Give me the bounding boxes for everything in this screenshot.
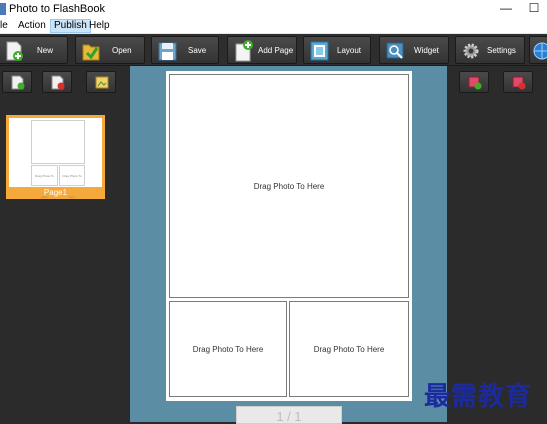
remove-photo-button[interactable]	[503, 71, 533, 93]
folder-open-icon	[82, 44, 100, 61]
settings-button[interactable]: Settings	[455, 36, 525, 64]
globe-button[interactable]	[529, 36, 547, 64]
add-page-button[interactable]: Add Page	[227, 36, 297, 64]
properties-panel	[447, 66, 547, 422]
maximize-button[interactable]: ☐	[521, 0, 547, 18]
menu-action[interactable]: Action	[15, 19, 49, 33]
globe-icon	[533, 42, 547, 60]
menu-file[interactable]: le	[0, 19, 11, 33]
book-page: Drag Photo To Here Drag Photo To Here Dr…	[166, 71, 412, 401]
photo-slot-bottom-left[interactable]: Drag Photo To Here	[169, 301, 287, 397]
add-photo-icon	[468, 76, 482, 90]
open-label: Open	[112, 46, 132, 55]
menu-publish[interactable]: Publish	[50, 19, 91, 33]
photo-slot-bottom-right[interactable]: Drag Photo To Here	[289, 301, 409, 397]
delete-page-button[interactable]	[42, 71, 72, 93]
widget-button[interactable]: Widget	[379, 36, 449, 64]
widget-icon	[386, 42, 404, 59]
page-image-button[interactable]	[86, 71, 116, 93]
add-page-icon	[235, 40, 253, 62]
slot-top-text: Drag Photo To Here	[253, 182, 325, 191]
photo-slot-top[interactable]: Drag Photo To Here	[169, 74, 409, 298]
delete-page-icon	[51, 75, 65, 90]
remove-photo-icon	[512, 76, 526, 90]
page-thumbnail[interactable]: Drag Photo To Here Drag Photo To Here Pa…	[6, 115, 105, 199]
toolbar: New Open Save Add Page Layout Widget Set…	[0, 34, 547, 66]
widget-label: Widget	[414, 46, 439, 55]
slot-bottom-left-text: Drag Photo To Here	[192, 345, 264, 354]
menu-help[interactable]: Help	[86, 19, 113, 33]
save-label: Save	[188, 46, 207, 55]
editor-canvas: Drag Photo To Here Drag Photo To Here Dr…	[130, 66, 447, 424]
thumb-slot-left: Drag Photo To Here	[31, 165, 58, 199]
app-icon	[0, 3, 6, 15]
thumbnail-preview: Drag Photo To Here Drag Photo To Here	[9, 118, 102, 199]
layout-button[interactable]: Layout	[303, 36, 371, 64]
slot-bottom-right-text: Drag Photo To Here	[313, 345, 385, 354]
insert-page-button[interactable]	[2, 71, 32, 93]
watermark-text: 最需教育	[424, 382, 533, 412]
gear-icon	[463, 43, 479, 59]
save-button[interactable]: Save	[151, 36, 219, 64]
layout-icon	[310, 41, 329, 61]
add-page-label: Add Page	[258, 46, 294, 55]
menu-bar: le Action Publish Help	[0, 18, 547, 34]
page-indicator: 1 / 1	[236, 406, 342, 424]
thumb-slot-right: Drag Photo To Here	[59, 165, 85, 199]
title-bar: Photo to FlashBook — ☐	[0, 0, 547, 18]
new-button[interactable]: New	[0, 36, 68, 64]
open-button[interactable]: Open	[75, 36, 145, 64]
insert-page-icon	[11, 75, 25, 90]
save-disk-icon	[158, 42, 177, 61]
thumb-slot-top	[31, 120, 85, 164]
minimize-button[interactable]: —	[493, 0, 519, 18]
page-list-panel: Drag Photo To Here Drag Photo To Here Pa…	[0, 66, 130, 422]
new-label: New	[37, 46, 54, 55]
thumbnail-label: Page1	[43, 188, 68, 197]
layout-label: Layout	[337, 46, 362, 55]
image-edit-icon	[95, 76, 109, 89]
window-title: Photo to FlashBook	[9, 3, 106, 15]
add-photo-button[interactable]	[459, 71, 489, 93]
new-file-icon	[6, 41, 23, 61]
settings-label: Settings	[487, 46, 516, 55]
